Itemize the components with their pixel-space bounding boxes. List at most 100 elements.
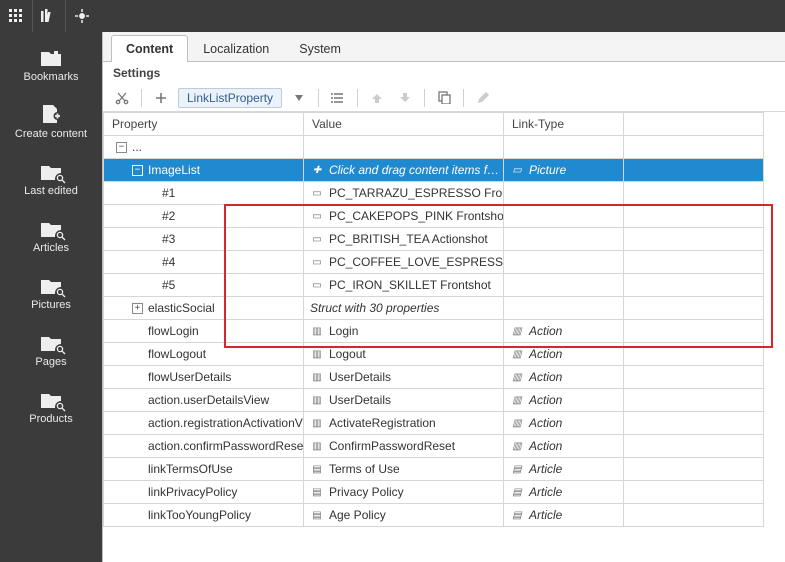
action-icon: ▥ — [310, 325, 324, 337]
tab-system[interactable]: System — [284, 35, 356, 62]
property-chip[interactable]: LinkListProperty — [178, 88, 282, 108]
table-row[interactable]: flowUserDetails▥UserDetails▥Action — [104, 366, 764, 389]
sidebar-item-label: Articles — [33, 242, 69, 254]
table-row[interactable]: flowLogout▥Logout▥Action — [104, 343, 764, 366]
grid-header: Property Value Link-Type — [104, 113, 764, 136]
sidebar-item-products[interactable]: Products — [0, 380, 102, 433]
table-row[interactable]: action.registrationActivationV…▥Activate… — [104, 412, 764, 435]
property-chip-label: LinkListProperty — [187, 91, 273, 105]
sidebar-item-pictures[interactable]: Pictures — [0, 266, 102, 319]
row-value: PC_BRITISH_TEA Actionshot — [329, 232, 488, 246]
row-value: Click and drag content items f… — [329, 163, 499, 177]
article-type-icon: ▤ — [510, 486, 524, 498]
table-row[interactable]: −ImageList ✚ Click and drag content items… — [104, 159, 764, 182]
row-value: PC_COFFEE_LOVE_ESPRESSO F… — [329, 255, 504, 269]
row-label: flowUserDetails — [148, 370, 231, 384]
row-type: Action — [529, 416, 562, 430]
sidebar-item-label: Last edited — [24, 185, 78, 197]
property-grid: Property Value Link-Type −... −ImageList… — [103, 112, 764, 527]
sidebar-item-label: Create content — [15, 128, 87, 140]
row-type: Action — [529, 324, 562, 338]
table-row[interactable]: linkPrivacyPolicy▤Privacy Policy▤Article — [104, 481, 764, 504]
row-value: ConfirmPasswordReset — [329, 439, 455, 453]
picture-icon: ▭ — [310, 210, 324, 222]
row-label: action.confirmPasswordReset… — [148, 439, 304, 453]
tab-content[interactable]: Content — [111, 35, 188, 62]
row-label: linkTermsOfUse — [148, 462, 233, 476]
move-down-icon — [394, 87, 416, 109]
sidebar-item-bookmarks[interactable]: Bookmarks — [0, 38, 102, 91]
sidebar-item-label: Pages — [35, 356, 66, 368]
row-label: #1 — [162, 186, 175, 200]
action-icon: ▥ — [310, 394, 324, 406]
sidebar-item-articles[interactable]: Articles — [0, 209, 102, 262]
picture-icon: ▭ — [310, 233, 324, 245]
table-row[interactable]: action.confirmPasswordReset…▥ConfirmPass… — [104, 435, 764, 458]
action-icon: ▥ — [310, 348, 324, 360]
table-row[interactable]: linkTooYoungPolicy▤Age Policy▤Article — [104, 504, 764, 527]
sidebar-item-label: Pictures — [31, 299, 71, 311]
add-icon[interactable]: ✚ — [310, 164, 324, 176]
add-icon[interactable] — [150, 87, 172, 109]
sidebar-item-pages[interactable]: Pages — [0, 323, 102, 376]
row-value: Logout — [329, 347, 366, 361]
table-row[interactable]: #3 ▭ PC_BRITISH_TEA Actionshot — [104, 228, 764, 251]
sidebar-item-create-content[interactable]: Create content — [0, 95, 102, 148]
row-type: Action — [529, 370, 562, 384]
library-icon[interactable] — [33, 0, 65, 32]
action-type-icon: ▥ — [510, 348, 524, 360]
picture-icon: ▭ — [310, 279, 324, 291]
row-label: #3 — [162, 232, 175, 246]
action-icon: ▥ — [310, 417, 324, 429]
table-row[interactable]: −... — [104, 136, 764, 159]
chip-dropdown-icon[interactable] — [288, 87, 310, 109]
col-value[interactable]: Value — [304, 113, 504, 136]
table-row[interactable]: #4 ▭ PC_COFFEE_LOVE_ESPRESSO F… — [104, 251, 764, 274]
col-linktype[interactable]: Link-Type — [504, 113, 624, 136]
row-value: Struct with 30 properties — [310, 301, 439, 315]
row-label: #5 — [162, 278, 175, 292]
row-label: ImageList — [148, 163, 200, 177]
tab-localization[interactable]: Localization — [188, 35, 284, 62]
table-row[interactable]: linkTermsOfUse▤Terms of Use▤Article — [104, 458, 764, 481]
row-type: Article — [529, 462, 562, 476]
row-value: Age Policy — [329, 508, 386, 522]
table-row[interactable]: flowLogin▥Login▥Action — [104, 320, 764, 343]
sidebar: Bookmarks Create content Last edited Art… — [0, 32, 102, 562]
table-row[interactable]: #2▭PC_CAKEPOPS_PINK Frontshot — [104, 205, 764, 228]
row-label: flowLogout — [148, 347, 206, 361]
row-label: action.userDetailsView — [148, 393, 269, 407]
row-value: PC_IRON_SKILLET Frontshot — [329, 278, 491, 292]
cut-icon[interactable] — [111, 87, 133, 109]
action-type-icon: ▥ — [510, 394, 524, 406]
row-label: #2 — [162, 209, 175, 223]
action-type-icon: ▥ — [510, 417, 524, 429]
locate-icon[interactable] — [66, 0, 98, 32]
article-type-icon: ▤ — [510, 509, 524, 521]
article-icon: ▤ — [310, 509, 324, 521]
picture-icon: ▭ — [310, 256, 324, 268]
row-value: ActivateRegistration — [329, 416, 436, 430]
row-type: Picture — [529, 163, 566, 177]
expand-toggle-icon[interactable]: + — [132, 303, 143, 314]
row-label: linkPrivacyPolicy — [148, 485, 237, 499]
collapse-toggle-icon[interactable]: − — [132, 165, 143, 176]
picture-icon: ▭ — [310, 187, 324, 199]
apps-icon[interactable] — [0, 0, 32, 32]
table-row[interactable]: action.userDetailsView▥UserDetails▥Actio… — [104, 389, 764, 412]
table-row[interactable]: + elasticSocial Struct with 30 properties — [104, 297, 764, 320]
row-type: Article — [529, 485, 562, 499]
table-row[interactable]: #1▭PC_TARRAZU_ESPRESSO Front… — [104, 182, 764, 205]
copy-icon[interactable] — [433, 87, 455, 109]
col-property[interactable]: Property — [104, 113, 304, 136]
row-label: flowLogin — [148, 324, 199, 338]
list-icon[interactable] — [327, 87, 349, 109]
row-type: Action — [529, 393, 562, 407]
collapse-toggle-icon[interactable]: − — [116, 142, 127, 153]
table-row[interactable]: #5 ▭ PC_IRON_SKILLET Frontshot — [104, 274, 764, 297]
row-label: elasticSocial — [148, 301, 215, 315]
sidebar-item-last-edited[interactable]: Last edited — [0, 152, 102, 205]
row-label: linkTooYoungPolicy — [148, 508, 251, 522]
row-label: #4 — [162, 255, 175, 269]
action-type-icon: ▥ — [510, 325, 524, 337]
